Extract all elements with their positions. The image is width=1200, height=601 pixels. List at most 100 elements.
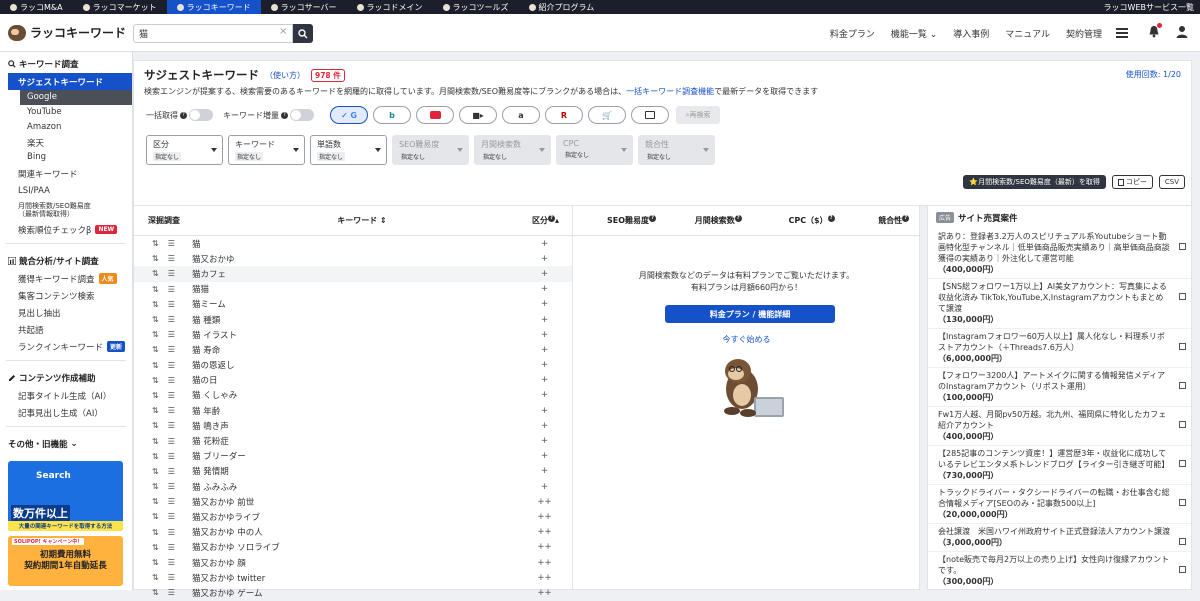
sidebar-item-acquire[interactable]: 獲得キーワード調査 人気 xyxy=(0,270,132,287)
dig-icon[interactable]: ⇅ xyxy=(152,376,159,385)
sidebar-section-other[interactable]: その他・旧機能 ⌄ xyxy=(0,432,132,453)
col-cpc[interactable]: CPC（$）? xyxy=(752,215,842,226)
sidebar-item-title-gen[interactable]: 記事タイトル生成（AI） xyxy=(0,387,132,404)
sidebar-item-heading-gen[interactable]: 記事見出し生成（AI） xyxy=(0,404,132,421)
keyword-cell[interactable]: 猫 花粉症 xyxy=(192,435,532,447)
help-icon[interactable]: ? xyxy=(902,215,910,222)
col-keyword[interactable]: キーワード ⇕ xyxy=(192,215,532,226)
list-icon[interactable]: ☰ xyxy=(168,528,175,537)
nav-manual[interactable]: マニュアル xyxy=(997,27,1058,40)
keyword-cell[interactable]: 猫 ふみふみ xyxy=(192,481,532,493)
list-icon[interactable]: ☰ xyxy=(168,361,175,370)
promo-banner-keywords[interactable]: Search 数万件以上 大量の関連キーワードを取得する方法 xyxy=(8,461,123,531)
keyword-cell[interactable]: 猫カフェ xyxy=(192,268,532,280)
sidebar-item-youtube[interactable]: YouTube xyxy=(0,105,132,120)
ad-item[interactable]: トラックドライバー・タクシードライバーの転職・お仕事含む総合情報メディア[SEO… xyxy=(928,485,1191,524)
filter-select[interactable]: 単語数 指定なし xyxy=(310,135,387,165)
dig-icon[interactable]: ⇅ xyxy=(152,497,159,506)
dig-icon[interactable]: ⇅ xyxy=(152,330,159,339)
fetch-latest-button[interactable]: ⭐月間検索数/SEO難易度（最新）を取得 xyxy=(963,175,1106,189)
ad-item[interactable]: 訳あり：登録者3.2万人のスピリチュアル系Youtubeショート動画特化型チャン… xyxy=(928,229,1191,279)
service-tab-market[interactable]: ラッコマーケット xyxy=(73,0,167,14)
list-icon[interactable]: ☰ xyxy=(168,315,175,324)
service-tab-tools[interactable]: ラッコツールズ xyxy=(433,0,519,14)
engine-shopping[interactable]: 🛒 xyxy=(588,106,626,124)
col-volume[interactable]: 月間検索数? xyxy=(663,215,753,226)
keyword-cell[interactable]: 猫 種類 xyxy=(192,314,532,326)
keyword-cell[interactable]: 猫又おかゆライブ xyxy=(192,511,532,523)
list-icon[interactable]: ☰ xyxy=(168,452,175,461)
sidebar-item-amazon[interactable]: Amazon xyxy=(0,120,132,135)
list-icon[interactable]: ☰ xyxy=(168,543,175,552)
keyword-cell[interactable]: 猫 くしゃみ xyxy=(192,389,532,401)
sidebar-item-headings[interactable]: 見出し抽出 xyxy=(0,304,132,321)
ad-item[interactable]: 【フォロワー3200人】アートメイクに関する情報発信メディアのInstagram… xyxy=(928,368,1191,407)
keyword-cell[interactable]: 猫又おかゆ xyxy=(192,253,532,265)
help-icon[interactable]: ? xyxy=(281,111,288,119)
dig-icon[interactable]: ⇅ xyxy=(152,573,159,582)
list-icon[interactable]: ☰ xyxy=(168,482,175,491)
service-tab-server[interactable]: ラッコサーバー xyxy=(261,0,347,14)
search-button[interactable] xyxy=(293,24,313,43)
keyword-cell[interactable]: 猫又おかゆ 顔 xyxy=(192,557,532,569)
how-to-link[interactable]: （使い方） xyxy=(265,70,305,81)
keyword-cell[interactable]: 猫猫 xyxy=(192,283,532,295)
nav-cases[interactable]: 導入事例 xyxy=(945,27,997,40)
start-now-link[interactable]: 今すぐ始める xyxy=(573,334,920,345)
list-icon[interactable]: ☰ xyxy=(168,437,175,446)
list-icon[interactable]: ☰ xyxy=(168,330,175,339)
sidebar-item-monthly[interactable]: 月間検索数/SEO難易度 （最新情報取得） xyxy=(0,199,132,221)
filter-select[interactable]: 区分 指定なし xyxy=(146,135,223,165)
external-link-icon[interactable] xyxy=(1179,460,1186,467)
keyword-cell[interactable]: 猫 発情期 xyxy=(192,465,532,477)
external-link-icon[interactable] xyxy=(1179,421,1186,428)
keyword-cell[interactable]: 猫 ブリーダー xyxy=(192,450,532,462)
dig-icon[interactable]: ⇅ xyxy=(152,528,159,537)
bulk-research-link[interactable]: 一括キーワード調査機能 xyxy=(626,87,714,96)
list-icon[interactable]: ☰ xyxy=(168,239,175,248)
sidebar-item-suggest[interactable]: サジェストキーワード xyxy=(8,73,132,90)
dig-icon[interactable]: ⇅ xyxy=(152,467,159,476)
list-icon[interactable]: ☰ xyxy=(168,345,175,354)
user-icon[interactable] xyxy=(1176,25,1188,41)
ad-item[interactable]: 【285記事のコンテンツ資産！】運営歴3年・収益化に成功しているテレビエンタメ系… xyxy=(928,446,1191,485)
sidebar-item-bing[interactable]: Bing xyxy=(0,150,132,165)
engine-google[interactable]: ✓ G xyxy=(330,106,368,124)
col-category[interactable]: 区分? ▴ xyxy=(532,215,572,226)
keyword-cell[interactable]: 猫 寿命 xyxy=(192,344,532,356)
ad-item[interactable]: 【note販売で毎月2万以上の売り上げ】女性向け復縁アカウントです。 （300,0… xyxy=(928,552,1191,589)
service-tab-referral[interactable]: 紹介プログラム xyxy=(519,0,605,14)
external-link-icon[interactable] xyxy=(1179,499,1186,506)
sidebar-item-google[interactable]: Google xyxy=(20,90,132,105)
keyword-cell[interactable]: 猫 年齢 xyxy=(192,405,532,417)
sidebar-item-rakuten[interactable]: 楽天 xyxy=(0,135,132,150)
research-button[interactable]: ⌕ 再検索 xyxy=(676,106,720,124)
list-icon[interactable]: ☰ xyxy=(168,467,175,476)
keyword-cell[interactable]: 猫 xyxy=(192,238,532,250)
dig-icon[interactable]: ⇅ xyxy=(152,254,159,263)
menu-icon[interactable] xyxy=(1116,28,1128,38)
keyword-cell[interactable]: 猫ミーム xyxy=(192,298,532,310)
sidebar-item-crowd[interactable]: 集客コンテンツ検索 xyxy=(0,287,132,304)
external-link-icon[interactable] xyxy=(1179,343,1186,350)
bell-icon[interactable] xyxy=(1148,23,1162,41)
list-icon[interactable]: ☰ xyxy=(168,497,175,506)
sidebar-item-rankin[interactable]: ランクインキーワード 更新 xyxy=(0,338,132,355)
list-icon[interactable]: ☰ xyxy=(168,406,175,415)
col-seo[interactable]: SEO難易度? xyxy=(573,215,663,226)
sidebar-item-lsi[interactable]: LSI/PAA xyxy=(0,182,132,199)
sidebar-item-rank-check[interactable]: 検索順位チェックβ NEW xyxy=(0,221,132,238)
nav-features[interactable]: 機能一覧 ⌄ xyxy=(883,27,945,40)
list-icon[interactable]: ☰ xyxy=(168,573,175,582)
keyword-cell[interactable]: 猫又おかゆ 中の人 xyxy=(192,526,532,538)
external-link-icon[interactable] xyxy=(1179,538,1186,545)
ad-item[interactable]: Fw1万人越、月間pv50万越。北九州、福岡県に特化したカフェ紹介アカウント （4… xyxy=(928,407,1191,446)
ad-item[interactable]: 【SNS総フォロワー1万以上】AI美女アカウント：写真集による収益化済み Tik… xyxy=(928,279,1191,329)
engine-youtube[interactable] xyxy=(416,106,454,124)
service-list-link[interactable]: ラッコWEBサービス一覧 xyxy=(1094,0,1200,14)
dig-icon[interactable]: ⇅ xyxy=(152,269,159,278)
dig-icon[interactable]: ⇅ xyxy=(152,391,159,400)
dig-icon[interactable]: ⇅ xyxy=(152,558,159,567)
dig-icon[interactable]: ⇅ xyxy=(152,452,159,461)
promo-banner-campaign[interactable]: SOLIPOP! キャンペーン中！ 初期費用無料 契約期間1年自動延長 xyxy=(8,536,123,586)
